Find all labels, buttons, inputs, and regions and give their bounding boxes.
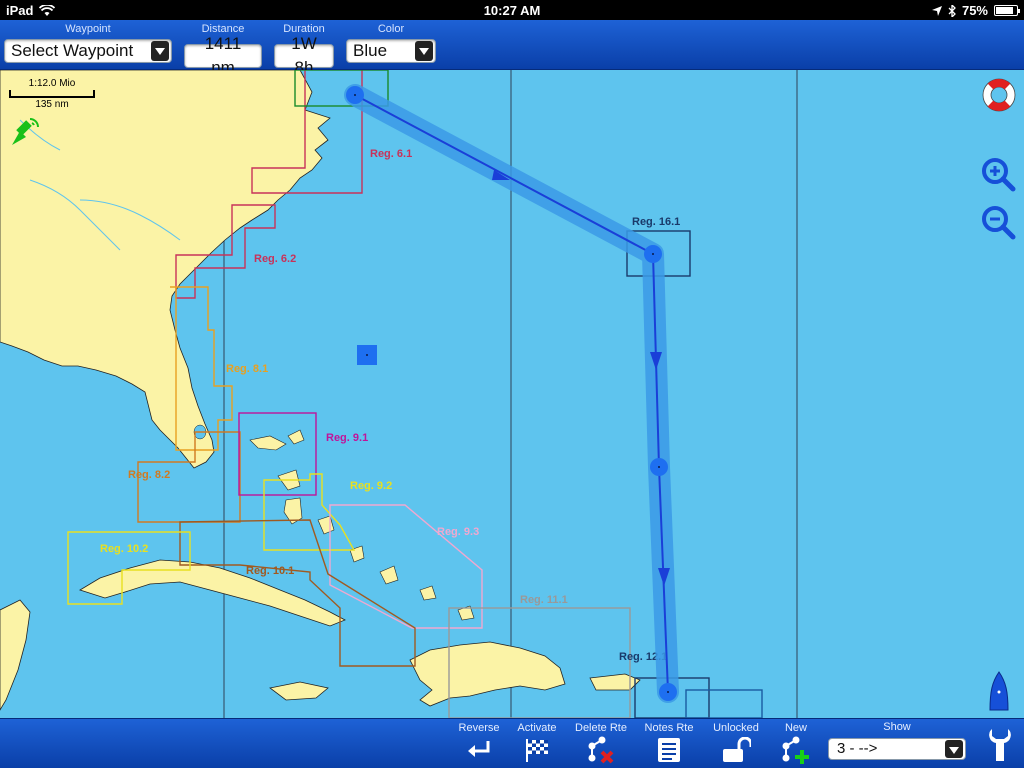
color-caption: Color	[377, 23, 405, 35]
region-label: Reg. 6.1	[370, 148, 412, 160]
battery-icon	[994, 5, 1020, 16]
duration-value: 1W 8h	[274, 34, 334, 77]
clock: 10:27 AM	[483, 3, 541, 18]
top-toolbar: Waypoint Select Waypoint Distance 1411 n…	[0, 20, 1024, 77]
bluetooth-icon	[948, 4, 956, 17]
reverse-button[interactable]: Reverse	[448, 721, 510, 765]
notes-icon	[658, 738, 680, 762]
region-label: Reg. 9.3	[437, 526, 479, 538]
region-label: Reg. 8.1	[226, 363, 268, 375]
new-route-icon	[782, 736, 809, 764]
activate-button[interactable]: Activate	[506, 721, 568, 765]
reverse-arrow-icon	[468, 741, 490, 757]
unlock-icon	[723, 737, 751, 762]
region-label: Reg. 10.2	[100, 543, 148, 555]
scale-bar: 1:12.0 Mio 135 nm	[9, 78, 95, 110]
delete-route-label: Delete Rte	[575, 722, 627, 734]
chevron-down-icon	[151, 41, 169, 61]
checkered-flag-icon	[526, 739, 548, 762]
zoom-out-icon[interactable]	[980, 204, 1016, 240]
region-label: Reg. 11.1	[520, 594, 568, 606]
show-select[interactable]: 3 - -->	[828, 738, 966, 760]
unlocked-button[interactable]: Unlocked	[705, 721, 767, 765]
unlocked-label: Unlocked	[713, 722, 759, 734]
satellite-icon[interactable]	[8, 115, 42, 149]
region-label: Reg. 16.1	[632, 216, 680, 228]
show-caption: Show	[883, 721, 911, 733]
scale-distance: 135 nm	[35, 99, 69, 110]
location-arrow-icon	[931, 5, 942, 16]
chevron-down-icon	[415, 41, 433, 61]
region-label: Reg. 8.2	[128, 469, 170, 481]
waypoint-select[interactable]: Select Waypoint	[4, 39, 172, 63]
show-value: 3 - -->	[837, 740, 878, 757]
color-group: Color Blue	[346, 22, 436, 63]
reverse-label: Reverse	[458, 722, 500, 734]
wrench-icon[interactable]	[986, 727, 1014, 763]
new-route-button[interactable]: New	[765, 721, 827, 765]
color-value: Blue	[353, 41, 388, 60]
status-bar: iPad 10:27 AM 75%	[0, 0, 1024, 20]
delete-route-icon	[588, 736, 614, 764]
lifebuoy-icon[interactable]	[980, 76, 1018, 114]
new-route-label: New	[784, 722, 807, 734]
battery-percent: 75%	[961, 3, 988, 18]
region-label: Reg. 10.1	[246, 565, 294, 577]
color-select[interactable]: Blue	[346, 39, 436, 63]
waypoint-caption: Waypoint	[65, 23, 111, 35]
activate-label: Activate	[517, 722, 557, 734]
chevron-down-icon	[945, 740, 963, 758]
notes-route-button[interactable]: Notes Rte	[638, 721, 700, 765]
delete-route-button[interactable]: Delete Rte	[570, 721, 632, 765]
scale-ratio: 1:12.0 Mio	[28, 78, 76, 89]
waypoint-value: Select Waypoint	[11, 41, 134, 60]
boat-icon[interactable]	[986, 670, 1012, 714]
zoom-in-icon[interactable]	[980, 156, 1016, 192]
notes-route-label: Notes Rte	[644, 722, 694, 734]
duration-group: Duration 1W 8h	[274, 22, 334, 77]
chart-map[interactable]: Reg. 6.1 Reg. 6.2 Reg. 8.1 Reg. 8.2 Reg.…	[0, 70, 1024, 718]
region-label: Reg. 9.2	[350, 480, 392, 492]
scale-line	[9, 90, 95, 98]
waypoint-group: Waypoint Select Waypoint	[4, 22, 172, 63]
distance-group: Distance 1411 nm	[184, 22, 262, 77]
map-canvas[interactable]: Reg. 6.1 Reg. 6.2 Reg. 8.1 Reg. 8.2 Reg.…	[0, 70, 1024, 718]
bottom-toolbar: Reverse Activate Delete Rte Notes Rte Un…	[0, 718, 1024, 768]
distance-value: 1411 nm	[184, 34, 262, 77]
region-label: Reg. 9.1	[326, 432, 368, 444]
region-label: Reg. 6.2	[254, 253, 296, 265]
